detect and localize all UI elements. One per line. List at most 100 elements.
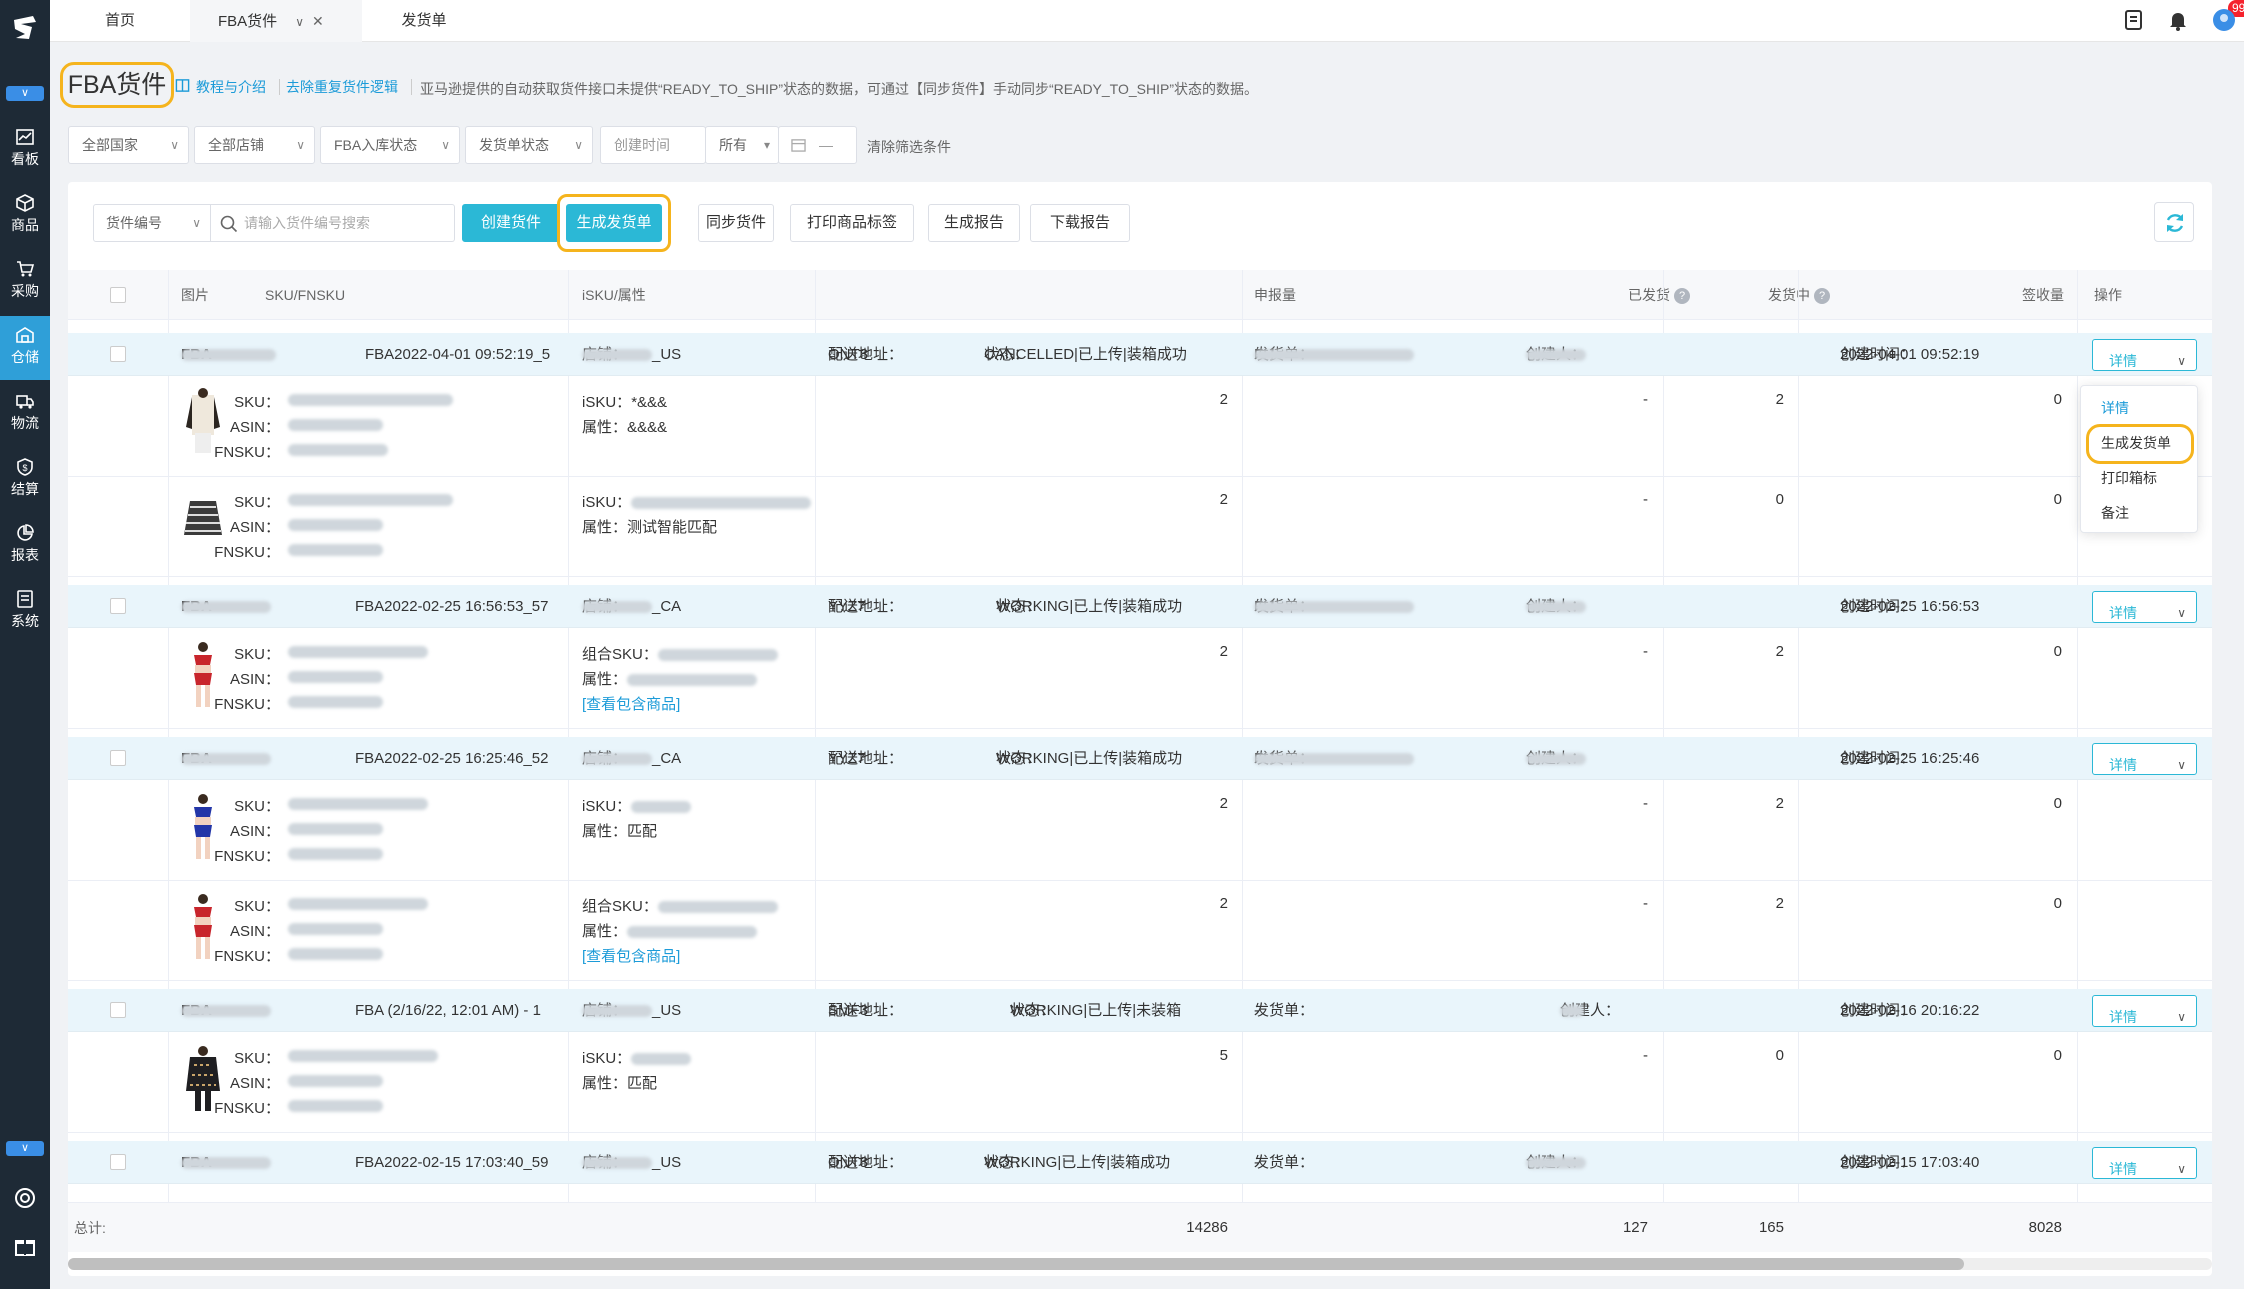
avatar[interactable] <box>2212 8 2236 32</box>
sidebar-item-label: 商品 <box>11 217 39 233</box>
collapse-toggle[interactable]: ∨ <box>6 86 44 101</box>
sidebar-item-products[interactable]: 商品 <box>0 184 50 248</box>
sidebar-item-system[interactable]: 系统 <box>0 580 50 644</box>
chevron-down-icon[interactable]: ∨ <box>295 15 304 29</box>
menu-item-detail[interactable]: 详情 <box>2101 398 2129 418</box>
col-declared: 申报量 <box>1254 287 1296 303</box>
help-icon[interactable]: ? <box>1814 288 1830 305</box>
sidebar-item-label: 采购 <box>11 283 39 299</box>
sidebar-item-purchase[interactable]: 采购 <box>0 250 50 314</box>
caret-down-icon: ▾ <box>763 138 770 152</box>
refresh-button[interactable] <box>2154 202 2194 242</box>
received-qty: 0 <box>2053 795 2062 812</box>
total-shipped: 127 <box>1622 1219 1648 1236</box>
gift-icon[interactable] <box>13 1234 37 1258</box>
dedupe-logic-link[interactable]: 去除重复货件逻辑 <box>286 77 398 97</box>
store-select[interactable]: 全部店铺 ∨ <box>194 126 315 164</box>
box-icon <box>16 194 34 212</box>
row-checkbox[interactable] <box>110 346 126 362</box>
clear-filters-link[interactable]: 清除筛选条件 <box>867 137 951 157</box>
menu-item-remark[interactable]: 备注 <box>2101 503 2129 523</box>
shipping-qty: 2 <box>1775 643 1784 660</box>
combo-sku-info: 组合SKU： <box>582 895 778 916</box>
fnsku-label: FNSKU： <box>214 444 280 461</box>
shipment-id: FBA <box>181 585 271 628</box>
tutorial-link[interactable]: 教程与介绍 <box>196 77 266 97</box>
tab-fba-shipments[interactable]: FBA货件 ∨ ✕ <box>190 0 362 42</box>
bell-icon[interactable] <box>2166 8 2190 32</box>
row-checkbox[interactable] <box>110 1154 126 1170</box>
row-checkbox[interactable] <box>110 1002 126 1018</box>
date-range-picker[interactable]: — <box>778 126 857 164</box>
generate-report-button[interactable]: 生成报告 <box>928 204 1020 242</box>
created-time-field[interactable]: 创建时间 <box>600 126 706 164</box>
calendar-icon <box>791 139 806 152</box>
table-row: SKU： ASIN： FNSKU： iSKU： 属性：匹配 5 - 0 0 <box>68 1033 2212 1133</box>
detail-dropdown-button[interactable]: 详情 ∨ <box>2092 995 2197 1027</box>
row-checkbox[interactable] <box>110 598 126 614</box>
sidebar-item-settlement[interactable]: $ 结算 <box>0 448 50 512</box>
country-select[interactable]: 全部国家 ∨ <box>68 126 189 164</box>
fba-status-select[interactable]: FBA入库状态 ∨ <box>320 126 460 164</box>
sku-label: SKU： <box>234 798 280 815</box>
close-icon[interactable]: ✕ <box>312 13 324 29</box>
download-report-button[interactable]: 下载报告 <box>1030 204 1130 242</box>
print-labels-button[interactable]: 打印商品标签 <box>790 204 914 242</box>
shipment-name: FBA2022-02-15 17:03:40_59 <box>355 1154 549 1171</box>
detail-dropdown-button[interactable]: 详情 ∨ <box>2092 339 2197 371</box>
document-icon[interactable] <box>2122 8 2146 32</box>
view-items-link[interactable]: [查看包含商品] <box>582 945 680 966</box>
attr-info: 属性： <box>582 920 758 941</box>
shipment-id: FBA <box>181 1141 271 1184</box>
address-value: ONT8 <box>828 346 869 363</box>
combo-sku-info: 组合SKU： <box>582 643 778 664</box>
help-icon[interactable]: ? <box>1674 288 1690 305</box>
detail-dropdown-button[interactable]: 详情 ∨ <box>2092 743 2197 775</box>
table-header: 图片 SKU/FNSKU iSKU/属性 申报量 已发货? 发货中? 签收量 操… <box>68 270 2212 320</box>
sync-shipments-button[interactable]: 同步货件 <box>698 204 774 242</box>
creator-info: 创建人： <box>1526 737 1586 780</box>
menu-item-print-box-label[interactable]: 打印箱标 <box>2101 468 2157 488</box>
select-value: 所有 <box>719 137 747 153</box>
created-value: 2022-02-25 16:56:53 <box>1840 598 1980 615</box>
received-qty: 0 <box>2053 895 2062 912</box>
tab-shipping-orders[interactable]: 发货单 <box>362 0 486 42</box>
shipping-qty: 2 <box>1775 795 1784 812</box>
create-shipment-button[interactable]: 创建货件 <box>462 204 560 242</box>
ship-status-select[interactable]: 发货单状态 ∨ <box>465 126 593 164</box>
collapse-toggle-bottom[interactable]: ∨ <box>6 1141 44 1156</box>
chevron-down-icon: ∨ <box>2177 1162 2186 1176</box>
isku-label: iSKU： <box>582 1050 632 1067</box>
tab-home[interactable]: 首页 <box>50 0 190 42</box>
detail-dropdown-button[interactable]: 详情 ∨ <box>2092 1147 2197 1179</box>
store-info: 店铺：_US <box>582 333 681 376</box>
sidebar-item-reports[interactable]: 报表 <box>0 514 50 578</box>
support-icon[interactable] <box>13 1186 37 1210</box>
isku-info: iSKU：*&&& <box>582 391 667 412</box>
chevron-down-icon: ∨ <box>192 216 201 230</box>
detail-label: 详情 <box>2109 1161 2137 1177</box>
sidebar-item-label: 系统 <box>11 613 39 629</box>
sku-label: SKU： <box>234 898 280 915</box>
time-range-select[interactable]: 所有 ▾ <box>705 126 779 164</box>
search-input[interactable]: 请输入货件编号搜索 <box>210 204 455 242</box>
logo-icon <box>14 16 36 39</box>
shipment-order-info: 发货单：FH <box>1254 333 1414 376</box>
detail-dropdown-button[interactable]: 详情 ∨ <box>2092 591 2197 623</box>
generate-shipping-order-button[interactable]: 生成发货单 <box>566 204 662 242</box>
scrollbar-thumb[interactable] <box>68 1258 1964 1270</box>
col-shipping-label: 发货中 <box>1768 287 1810 303</box>
row-checkbox[interactable] <box>110 750 126 766</box>
sidebar-item-logistics[interactable]: 物流 <box>0 382 50 446</box>
attr-label: 属性： <box>582 823 628 840</box>
sidebar-item-dashboard[interactable]: 看板 <box>0 118 50 182</box>
sidebar-item-warehouse[interactable]: 仓储 <box>0 316 50 380</box>
menu-item-generate-shipping-order[interactable]: 生成发货单 <box>2101 433 2171 453</box>
select-all-checkbox[interactable] <box>110 287 126 303</box>
view-items-link[interactable]: [查看包含商品] <box>582 693 680 714</box>
attr-info: 属性：匹配 <box>582 820 657 841</box>
isku-value: *&&& <box>631 394 668 411</box>
declared-qty: 2 <box>1219 795 1228 812</box>
horizontal-scrollbar[interactable] <box>68 1258 2212 1270</box>
search-field-select[interactable]: 货件编号 ∨ <box>93 204 211 242</box>
